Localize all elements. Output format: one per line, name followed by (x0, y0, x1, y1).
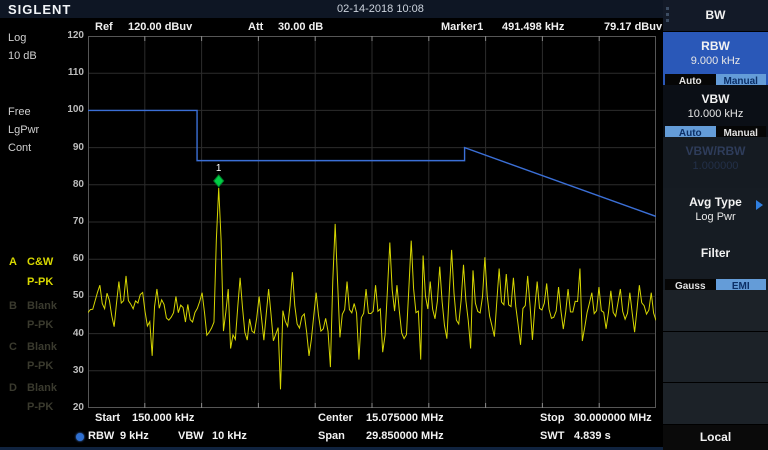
local-button[interactable]: Local (663, 425, 768, 450)
y-tick-40: 40 (56, 328, 84, 339)
marker-readout-level: 79.17 dBuv (604, 21, 662, 33)
avg-lgpwr-label: LgPwr (8, 124, 39, 136)
vbw-rbw-value: 1.000000 (663, 160, 768, 172)
trace-c-detector: P-PK (27, 360, 53, 372)
title-bar: SIGLENT 02-14-2018 10:08 (0, 0, 663, 18)
spectrum-plot-svg: 1 (88, 36, 656, 408)
y-tick-90: 90 (56, 142, 84, 153)
center-freq-value: 15.075000 MHz (366, 412, 444, 424)
trace-b-letter: B (9, 300, 17, 312)
softkey-empty-1 (663, 290, 768, 331)
y-tick-70: 70 (56, 216, 84, 227)
trace-d-detector: P-PK (27, 401, 53, 413)
softkey-filter[interactable]: Filter Gauss EMI (663, 239, 768, 296)
amplitude-scale-label: Log (8, 32, 26, 44)
softkey-empty-2 (663, 332, 768, 382)
avg-type-value: Log Pwr (663, 211, 768, 223)
menu-grip-icon (666, 7, 669, 22)
sweep-cont-label: Cont (8, 142, 31, 154)
att-value: 30.00 dB (278, 21, 323, 33)
filter-title: Filter (663, 246, 768, 260)
y-tick-120: 120 (56, 30, 84, 41)
rbw-status-value: 9 kHz (120, 430, 149, 442)
avg-type-title: Avg Type (663, 195, 768, 209)
y-tick-30: 30 (56, 365, 84, 376)
softkey-avg-type[interactable]: Avg Type Log Pwr (663, 188, 768, 245)
y-tick-60: 60 (56, 253, 84, 264)
marker-1-label: 1 (216, 163, 222, 174)
swt-label: SWT (540, 430, 564, 442)
trace-b-detector: P-PK (27, 319, 53, 331)
center-freq-label: Center (318, 412, 353, 424)
marker-readout-freq: 491.498 kHz (502, 21, 564, 33)
datetime-display: 02-14-2018 10:08 (337, 3, 424, 15)
trace-c-letter: C (9, 341, 17, 353)
submenu-arrow-icon (756, 200, 763, 210)
trace-a-detector: P-PK (27, 276, 53, 288)
rbw-status-label: RBW (88, 430, 114, 442)
y-tick-110: 110 (56, 67, 84, 78)
stop-freq-label: Stop (540, 412, 564, 424)
start-freq-value: 150.000 kHz (132, 412, 194, 424)
swt-value: 4.839 s (574, 430, 611, 442)
y-tick-20: 20 (56, 402, 84, 413)
span-label: Span (318, 430, 345, 442)
span-value: 29.850000 MHz (366, 430, 444, 442)
trace-d-mode: Blank (27, 382, 57, 394)
trace-d-letter: D (9, 382, 17, 394)
y-tick-50: 50 (56, 290, 84, 301)
trace-c-mode: Blank (27, 341, 57, 353)
stop-freq-value: 30.000000 MHz (574, 412, 652, 424)
vbw-rbw-title: VBW/RBW (663, 144, 768, 158)
rbw-title: RBW (663, 39, 768, 53)
y-axis-labels: 120 110 100 90 80 70 60 50 40 30 20 (56, 0, 86, 450)
softkey-empty-3 (663, 383, 768, 424)
softkey-vbw[interactable]: VBW 10.000 kHz Auto Manual (663, 85, 768, 143)
vbw-value: 10.000 kHz (663, 108, 768, 120)
start-freq-label: Start (95, 412, 120, 424)
att-label: Att (248, 21, 263, 33)
ref-value: 120.00 dBuv (128, 21, 192, 33)
local-button-label: Local (663, 430, 768, 444)
marker-readout-label: Marker1 (441, 21, 483, 33)
menu-title: BW (663, 8, 768, 22)
ref-label: Ref (95, 21, 113, 33)
softkey-vbw-rbw-disabled: VBW/RBW 1.000000 (663, 137, 768, 194)
softkey-rbw[interactable]: RBW 9.000 kHz Auto Manual (663, 32, 768, 91)
trace-b-mode: Blank (27, 300, 57, 312)
y-tick-80: 80 (56, 179, 84, 190)
vbw-title: VBW (663, 92, 768, 106)
trace-a-mode: C&W (27, 256, 53, 268)
scale-per-div-label: 10 dB (8, 50, 37, 62)
y-tick-100: 100 (56, 104, 84, 115)
rbw-value: 9.000 kHz (663, 55, 768, 67)
soft-menu-panel: BW RBW 9.000 kHz Auto Manual VBW 10.000 … (663, 0, 768, 450)
spectrum-analyzer-screen: SIGLENT 02-14-2018 10:08 Ref 120.00 dBuv… (0, 0, 768, 450)
vbw-status-label: VBW (178, 430, 204, 442)
vbw-status-value: 10 kHz (212, 430, 247, 442)
spectrum-plot: 1 (88, 36, 656, 408)
rbw-coupled-indicator-icon (76, 433, 84, 441)
trace-a-letter: A (9, 256, 17, 268)
menu-header-bw: BW (663, 0, 768, 31)
trigger-free-label: Free (8, 106, 31, 118)
